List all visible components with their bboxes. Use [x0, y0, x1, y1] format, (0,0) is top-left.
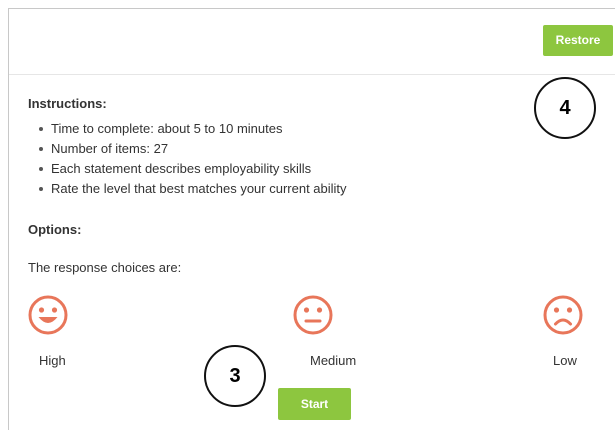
- header-divider: [9, 74, 615, 75]
- list-item: Time to complete: about 5 to 10 minutes: [37, 119, 347, 139]
- instructions-heading: Instructions:: [28, 96, 107, 111]
- start-button[interactable]: Start: [278, 388, 351, 420]
- sad-face-icon: [543, 295, 583, 335]
- happy-face-icon: [28, 295, 68, 335]
- restore-button[interactable]: Restore: [543, 25, 613, 56]
- choice-label-medium: Medium: [310, 353, 357, 368]
- choice-label-low: Low: [553, 353, 577, 368]
- callout-number: 3: [229, 365, 241, 387]
- callout-number: 4: [559, 97, 571, 119]
- callout-marker-4: 4: [534, 77, 596, 139]
- instructions-list: Time to complete: about 5 to 10 minutes …: [37, 119, 347, 199]
- neutral-face-icon: [293, 295, 333, 335]
- list-item: Each statement describes employability s…: [37, 159, 347, 179]
- callout-marker-3: 3: [204, 345, 266, 407]
- options-heading: Options:: [28, 222, 82, 237]
- choice-label-high: High: [39, 353, 66, 368]
- response-choices-text: The response choices are:: [28, 260, 182, 275]
- list-item: Number of items: 27: [37, 139, 347, 159]
- list-item: Rate the level that best matches your cu…: [37, 179, 347, 199]
